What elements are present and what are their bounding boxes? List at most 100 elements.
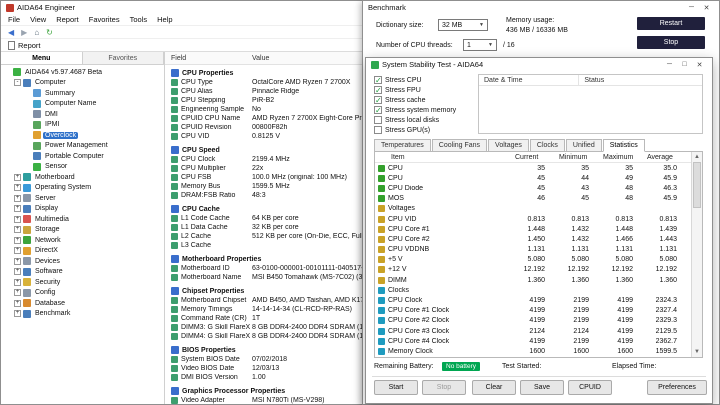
expand-toggle-icon[interactable]: +: [14, 299, 21, 307]
tree-item-software[interactable]: + Software: [1, 267, 164, 278]
scrollbar-thumb[interactable]: [693, 162, 701, 208]
tree-item-summary[interactable]: Summary: [1, 88, 164, 99]
tab-cooling-fans[interactable]: Cooling Fans: [431, 139, 488, 151]
menu-item-tools[interactable]: Tools: [125, 15, 153, 24]
scroll-up-icon[interactable]: ▲: [692, 152, 702, 162]
stats-row-dimm[interactable]: DIMM 1.360 1.360 1.360 1.360: [375, 275, 691, 285]
menu-item-favorites[interactable]: Favorites: [84, 15, 125, 24]
report-button[interactable]: Report: [18, 41, 41, 50]
stats-row-cpu-core-1[interactable]: CPU Core #1 1.448 1.432 1.448 1.439: [375, 224, 691, 234]
scrollbar-track[interactable]: [692, 208, 702, 347]
log-column-datetime[interactable]: Date & Time: [479, 75, 580, 85]
tree-item-config[interactable]: + Config: [1, 288, 164, 299]
tree-item-network[interactable]: + Network: [1, 235, 164, 246]
minimize-icon[interactable]: ─: [684, 4, 699, 12]
menu-item-view[interactable]: View: [25, 15, 51, 24]
stats-row-cpu[interactable]: CPU 35 35 35 35.0: [375, 163, 691, 173]
stress-option-stress-system-memory[interactable]: ✓ Stress system memory: [374, 105, 456, 115]
tree-item-directx[interactable]: + DirectX: [1, 246, 164, 257]
field-column-header[interactable]: Field: [165, 55, 251, 62]
stats-row-12-v[interactable]: +12 V 12.192 12.192 12.192 12.192: [375, 265, 691, 275]
expand-toggle-icon[interactable]: +: [14, 268, 21, 276]
tab-temperatures[interactable]: Temperatures: [374, 139, 431, 151]
stats-row-memory-clock[interactable]: Memory Clock 1600 1600 1600 1599.5: [375, 346, 691, 356]
tab-clocks[interactable]: Clocks: [529, 139, 565, 151]
stress-option-stress-gpu-s[interactable]: Stress GPU(s): [374, 125, 456, 135]
expand-toggle-icon[interactable]: +: [14, 184, 21, 192]
stats-column-current[interactable]: Current: [515, 154, 559, 161]
value-column-header[interactable]: Value: [251, 55, 269, 62]
sidebar-tab-favorites[interactable]: Favorites: [82, 52, 164, 64]
stats-row-cpu-core-3-clock[interactable]: CPU Core #3 Clock 2124 2124 4199 2129.5: [375, 326, 691, 336]
clear-button[interactable]: Clear: [472, 380, 516, 395]
home-icon[interactable]: ⌂: [34, 28, 39, 37]
tree-item-power-management[interactable]: Power Management: [1, 141, 164, 152]
menu-item-report[interactable]: Report: [51, 15, 84, 24]
tree-item-database[interactable]: + Database: [1, 298, 164, 309]
tree-item-benchmark[interactable]: + Benchmark: [1, 309, 164, 320]
tree-item-dmi[interactable]: DMI: [1, 109, 164, 120]
expand-toggle-icon[interactable]: +: [14, 226, 21, 234]
expand-toggle-icon[interactable]: +: [14, 278, 21, 286]
tab-statistics[interactable]: Statistics: [602, 139, 645, 152]
maximize-icon[interactable]: □: [677, 61, 692, 69]
benchmark-titlebar[interactable]: Benchmark ─ ✕: [363, 1, 719, 14]
stress-option-stress-cache[interactable]: ✓ Stress cache: [374, 95, 456, 105]
checkbox-stress-gpu-s[interactable]: [374, 126, 382, 134]
stats-row-cpu-core-2[interactable]: CPU Core #2 1.450 1.432 1.466 1.443: [375, 234, 691, 244]
tree-item-motherboard[interactable]: + Motherboard: [1, 172, 164, 183]
start-button[interactable]: Start: [374, 380, 418, 395]
stop-button[interactable]: Stop: [422, 380, 466, 395]
close-icon[interactable]: ✕: [699, 4, 714, 12]
tree-item-sensor[interactable]: Sensor: [1, 162, 164, 173]
benchmark-stop-button[interactable]: Stop: [637, 36, 705, 49]
tree-item-overclock[interactable]: Overclock: [1, 130, 164, 141]
stats-row-cpu-vddnb[interactable]: CPU VDDNB 1.131 1.131 1.131 1.131: [375, 245, 691, 255]
tree-item-computer[interactable]: - Computer: [1, 78, 164, 89]
tree-item-aida64-v5-97-4687-beta[interactable]: AIDA64 v5.97.4687 Beta: [1, 67, 164, 78]
checkbox-stress-cache[interactable]: ✓: [374, 96, 382, 105]
stats-row-cpu-core-2-clock[interactable]: CPU Core #2 Clock 4199 2199 4199 2329.3: [375, 316, 691, 326]
tree-item-server[interactable]: + Server: [1, 193, 164, 204]
cpuid-button[interactable]: CPUID: [568, 380, 612, 395]
expand-toggle-icon[interactable]: +: [14, 194, 21, 202]
checkbox-stress-system-memory[interactable]: ✓: [374, 106, 382, 115]
stress-option-stress-cpu[interactable]: ✓ Stress CPU: [374, 75, 456, 85]
stats-row-cpu[interactable]: CPU 45 44 49 45.9: [375, 173, 691, 183]
refresh-icon[interactable]: ↻: [46, 28, 53, 37]
sidebar-tab-menu[interactable]: Menu: [1, 52, 83, 64]
menu-item-file[interactable]: File: [3, 15, 25, 24]
tree-item-ipmi[interactable]: IPMI: [1, 120, 164, 131]
log-column-status[interactable]: Status: [579, 75, 604, 85]
stress-option-stress-local-disks[interactable]: Stress local disks: [374, 115, 456, 125]
save-button[interactable]: Save: [520, 380, 564, 395]
tree-item-devices[interactable]: + Devices: [1, 256, 164, 267]
cpu-threads-select[interactable]: 1 ▼: [463, 39, 497, 51]
stats-row-cpu-vid[interactable]: CPU VID 0.813 0.813 0.813 0.813: [375, 214, 691, 224]
tree-item-security[interactable]: + Security: [1, 277, 164, 288]
expand-toggle-icon[interactable]: +: [14, 289, 21, 297]
stats-row-5-v[interactable]: +5 V 5.080 5.080 5.080 5.080: [375, 255, 691, 265]
dictionary-size-select[interactable]: 32 MB ▼: [438, 19, 488, 31]
checkbox-stress-cpu[interactable]: ✓: [374, 76, 382, 85]
tab-unified[interactable]: Unified: [565, 139, 602, 151]
tree-item-computer-name[interactable]: Computer Name: [1, 99, 164, 110]
stats-section-clocks[interactable]: Clocks: [375, 285, 691, 295]
stats-scrollbar[interactable]: ▲ ▼: [691, 152, 702, 357]
stats-column-minimum[interactable]: Minimum: [559, 154, 603, 161]
scroll-down-icon[interactable]: ▼: [692, 347, 702, 357]
stats-section-voltages[interactable]: Voltages: [375, 204, 691, 214]
tree-item-display[interactable]: + Display: [1, 204, 164, 215]
close-icon[interactable]: ✕: [692, 61, 707, 69]
back-icon[interactable]: ◀: [8, 28, 14, 37]
stats-column-average[interactable]: Average: [647, 154, 691, 161]
expand-toggle-icon[interactable]: +: [14, 173, 21, 181]
expand-toggle-icon[interactable]: +: [14, 215, 21, 223]
expand-toggle-icon[interactable]: +: [14, 205, 21, 213]
expand-toggle-icon[interactable]: +: [14, 236, 21, 244]
stats-row-mos[interactable]: MOS 46 45 48 45.9: [375, 194, 691, 204]
stats-row-cpu-core-4-clock[interactable]: CPU Core #4 Clock 4199 2199 4199 2362.7: [375, 336, 691, 346]
preferences-button[interactable]: Preferences: [647, 380, 707, 395]
forward-icon[interactable]: ▶: [21, 28, 27, 37]
restart-button[interactable]: Restart: [637, 17, 705, 30]
